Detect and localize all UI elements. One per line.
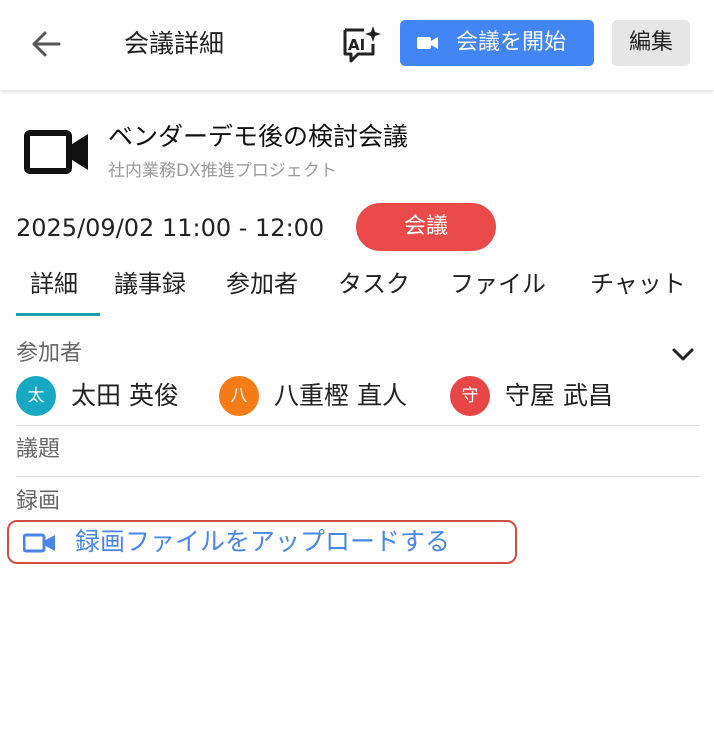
page-title: 会議詳細 xyxy=(124,29,225,58)
meeting-type-badge: 会議 xyxy=(356,203,496,251)
divider xyxy=(16,476,700,477)
tab-minutes[interactable]: 議事録 xyxy=(114,258,186,316)
avatar: 太 xyxy=(16,376,56,416)
video-camera-icon xyxy=(23,533,55,553)
tab-details[interactable]: 詳細 xyxy=(30,258,78,316)
upload-recording-label: 録画ファイルをアップロードする xyxy=(75,527,451,556)
ai-assist-button[interactable]: AI xyxy=(340,24,382,64)
tab-bar: 詳細 議事録 参加者 タスク ファイル チャット xyxy=(0,258,714,320)
start-meeting-label: 会議を開始 xyxy=(456,30,567,55)
edit-button[interactable]: 編集 xyxy=(612,20,690,66)
recording-label: 録画 xyxy=(16,489,61,514)
active-tab-indicator xyxy=(16,313,100,316)
avatar: 守 xyxy=(450,376,490,416)
tab-files[interactable]: ファイル xyxy=(450,258,546,316)
participant-name: 太田 英俊 xyxy=(71,381,179,410)
start-meeting-button[interactable]: 会議を開始 xyxy=(400,20,594,66)
meeting-datetime: 2025/09/02 11:00 - 12:00 xyxy=(16,214,325,242)
tab-tasks[interactable]: タスク xyxy=(338,258,410,316)
upload-recording-link[interactable]: 録画ファイルをアップロードする xyxy=(7,520,517,564)
ai-sparkle-icon: AI xyxy=(343,26,381,63)
svg-text:AI: AI xyxy=(348,36,365,54)
avatar: 八 xyxy=(219,376,259,416)
video-camera-icon xyxy=(24,130,88,174)
video-camera-icon xyxy=(417,37,438,49)
agenda-label: 議題 xyxy=(16,437,61,462)
back-button[interactable] xyxy=(26,26,70,62)
tab-participants[interactable]: 参加者 xyxy=(226,258,298,316)
participants-label: 参加者 xyxy=(16,341,83,366)
divider xyxy=(16,425,700,426)
meeting-title: ベンダーデモ後の検討会議 xyxy=(108,122,409,151)
participant-name: 八重樫 直人 xyxy=(274,381,407,410)
project-name: 社内業務DX推進プロジェクト xyxy=(108,161,337,181)
participant-name: 守屋 武昌 xyxy=(505,381,613,410)
chevron-down-icon[interactable] xyxy=(668,340,698,370)
app-header: 会議詳細 AI 会議を開始 編集 xyxy=(0,0,714,90)
arrow-left-icon xyxy=(32,31,61,57)
tab-chat[interactable]: チャット xyxy=(590,258,686,316)
